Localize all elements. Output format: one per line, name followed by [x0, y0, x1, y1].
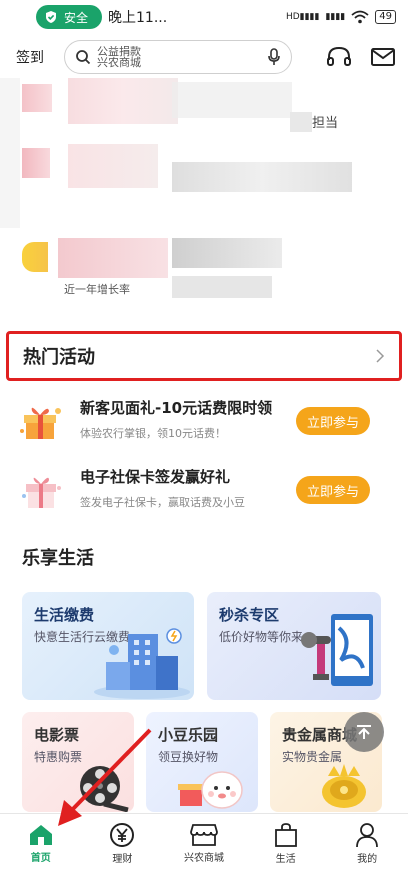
card-title: 秒杀专区	[219, 606, 280, 624]
home-icon	[29, 825, 52, 845]
flash-sale-card[interactable]: 秒杀专区 低价好物等你来	[207, 592, 381, 700]
status-bar: 安全 晚上11... HD▮▮▮▮ ▮▮▮▮ 49	[0, 0, 408, 34]
signin-button[interactable]: 签到	[16, 47, 56, 67]
card-title: 生活缴费	[34, 606, 95, 624]
secure-label: 安全	[64, 10, 89, 25]
microphone-icon[interactable]	[267, 48, 281, 66]
signal-icon-2: ▮▮▮▮	[325, 12, 346, 22]
card-subtitle: 低价好物等你来	[219, 630, 304, 644]
nav-label: 理财	[112, 854, 133, 865]
search-hint-line-2: 兴农商城	[97, 56, 141, 68]
activity-item[interactable]: 电子社保卡签发赢好礼 签发电子社保卡，赢取话费及小豆 立即参与	[0, 462, 408, 526]
gold-ornament-illustration	[322, 764, 366, 808]
nav-label: 首页	[30, 853, 51, 864]
activity-subtitle: 体验农行掌银，领10元话费！	[80, 427, 226, 440]
nav-label: 生活	[275, 854, 296, 865]
status-time: 晚上11...	[108, 10, 168, 26]
life-section-title: 乐享生活	[22, 548, 94, 569]
activity-subtitle: 签发电子社保卡，赢取话费及小豆	[80, 496, 245, 509]
blurred-content: 担当 近一年增长率	[0, 78, 408, 318]
battery-indicator: 49	[375, 10, 396, 24]
products-illustration	[301, 614, 373, 686]
secure-badge: 安全	[36, 5, 103, 29]
gift-box-icon	[22, 477, 61, 508]
nav-life[interactable]: 生活	[245, 814, 327, 873]
hot-activities-header[interactable]: 热门活动	[6, 331, 402, 381]
search-icon	[76, 50, 91, 65]
nav-label: 我的	[357, 854, 378, 865]
card-title: 小豆乐园	[158, 726, 219, 744]
card-title: 电影票	[34, 726, 80, 744]
top-header: 签到 公益捐款 兴农商城	[0, 36, 408, 78]
user-icon	[356, 823, 379, 848]
bean-park-card[interactable]: 小豆乐园 领豆换好物	[146, 712, 258, 812]
nav-finance[interactable]: 理财	[82, 814, 164, 873]
join-button[interactable]: 立即参与	[296, 407, 370, 435]
mascot-illustration	[178, 771, 243, 809]
life-payment-card[interactable]: 生活缴费 快意生活行云缴费	[22, 592, 194, 700]
hot-activities-title: 热门活动	[23, 347, 95, 368]
status-indicators: HD▮▮▮▮ ▮▮▮▮ 49	[286, 10, 396, 24]
film-reel-icon	[80, 766, 129, 812]
shield-icon	[46, 11, 56, 23]
building-illustration	[94, 628, 190, 699]
blurred-fragment-1: 担当	[312, 116, 339, 131]
scroll-to-top-button[interactable]	[344, 712, 384, 752]
activity-item[interactable]: 新客见面礼-10元话费限时领 体验农行掌银，领10元话费！ 立即参与	[0, 393, 408, 457]
chevron-right-icon	[376, 349, 385, 363]
activity-title: 电子社保卡签发赢好礼	[80, 468, 231, 486]
gift-box-icon	[20, 407, 61, 439]
movie-ticket-card[interactable]: 电影票 特惠购票	[22, 712, 134, 812]
activity-title: 新客见面礼-10元话费限时领	[80, 399, 273, 417]
headset-icon[interactable]	[326, 45, 352, 69]
nav-mall[interactable]: 兴农商城	[163, 814, 245, 873]
arrow-up-icon	[357, 725, 371, 739]
nav-label: 兴农商城	[183, 853, 224, 864]
bag-icon	[274, 823, 297, 847]
yen-icon	[110, 823, 135, 847]
signal-icon: HD▮▮▮▮	[285, 12, 320, 22]
wifi-icon	[351, 10, 369, 24]
search-input[interactable]: 公益捐款 兴农商城	[64, 40, 292, 74]
bottom-navigation: 首页 理财 兴农商城 生活 我的	[0, 813, 408, 873]
nav-home[interactable]: 首页	[0, 814, 82, 873]
blurred-fragment-2: 近一年增长率	[64, 283, 130, 296]
nav-mine[interactable]: 我的	[326, 814, 408, 873]
mail-icon[interactable]	[370, 47, 396, 67]
join-button[interactable]: 立即参与	[296, 476, 370, 504]
header-actions	[326, 45, 396, 69]
shop-icon	[190, 824, 218, 846]
search-hint: 公益捐款 兴农商城	[97, 46, 261, 68]
